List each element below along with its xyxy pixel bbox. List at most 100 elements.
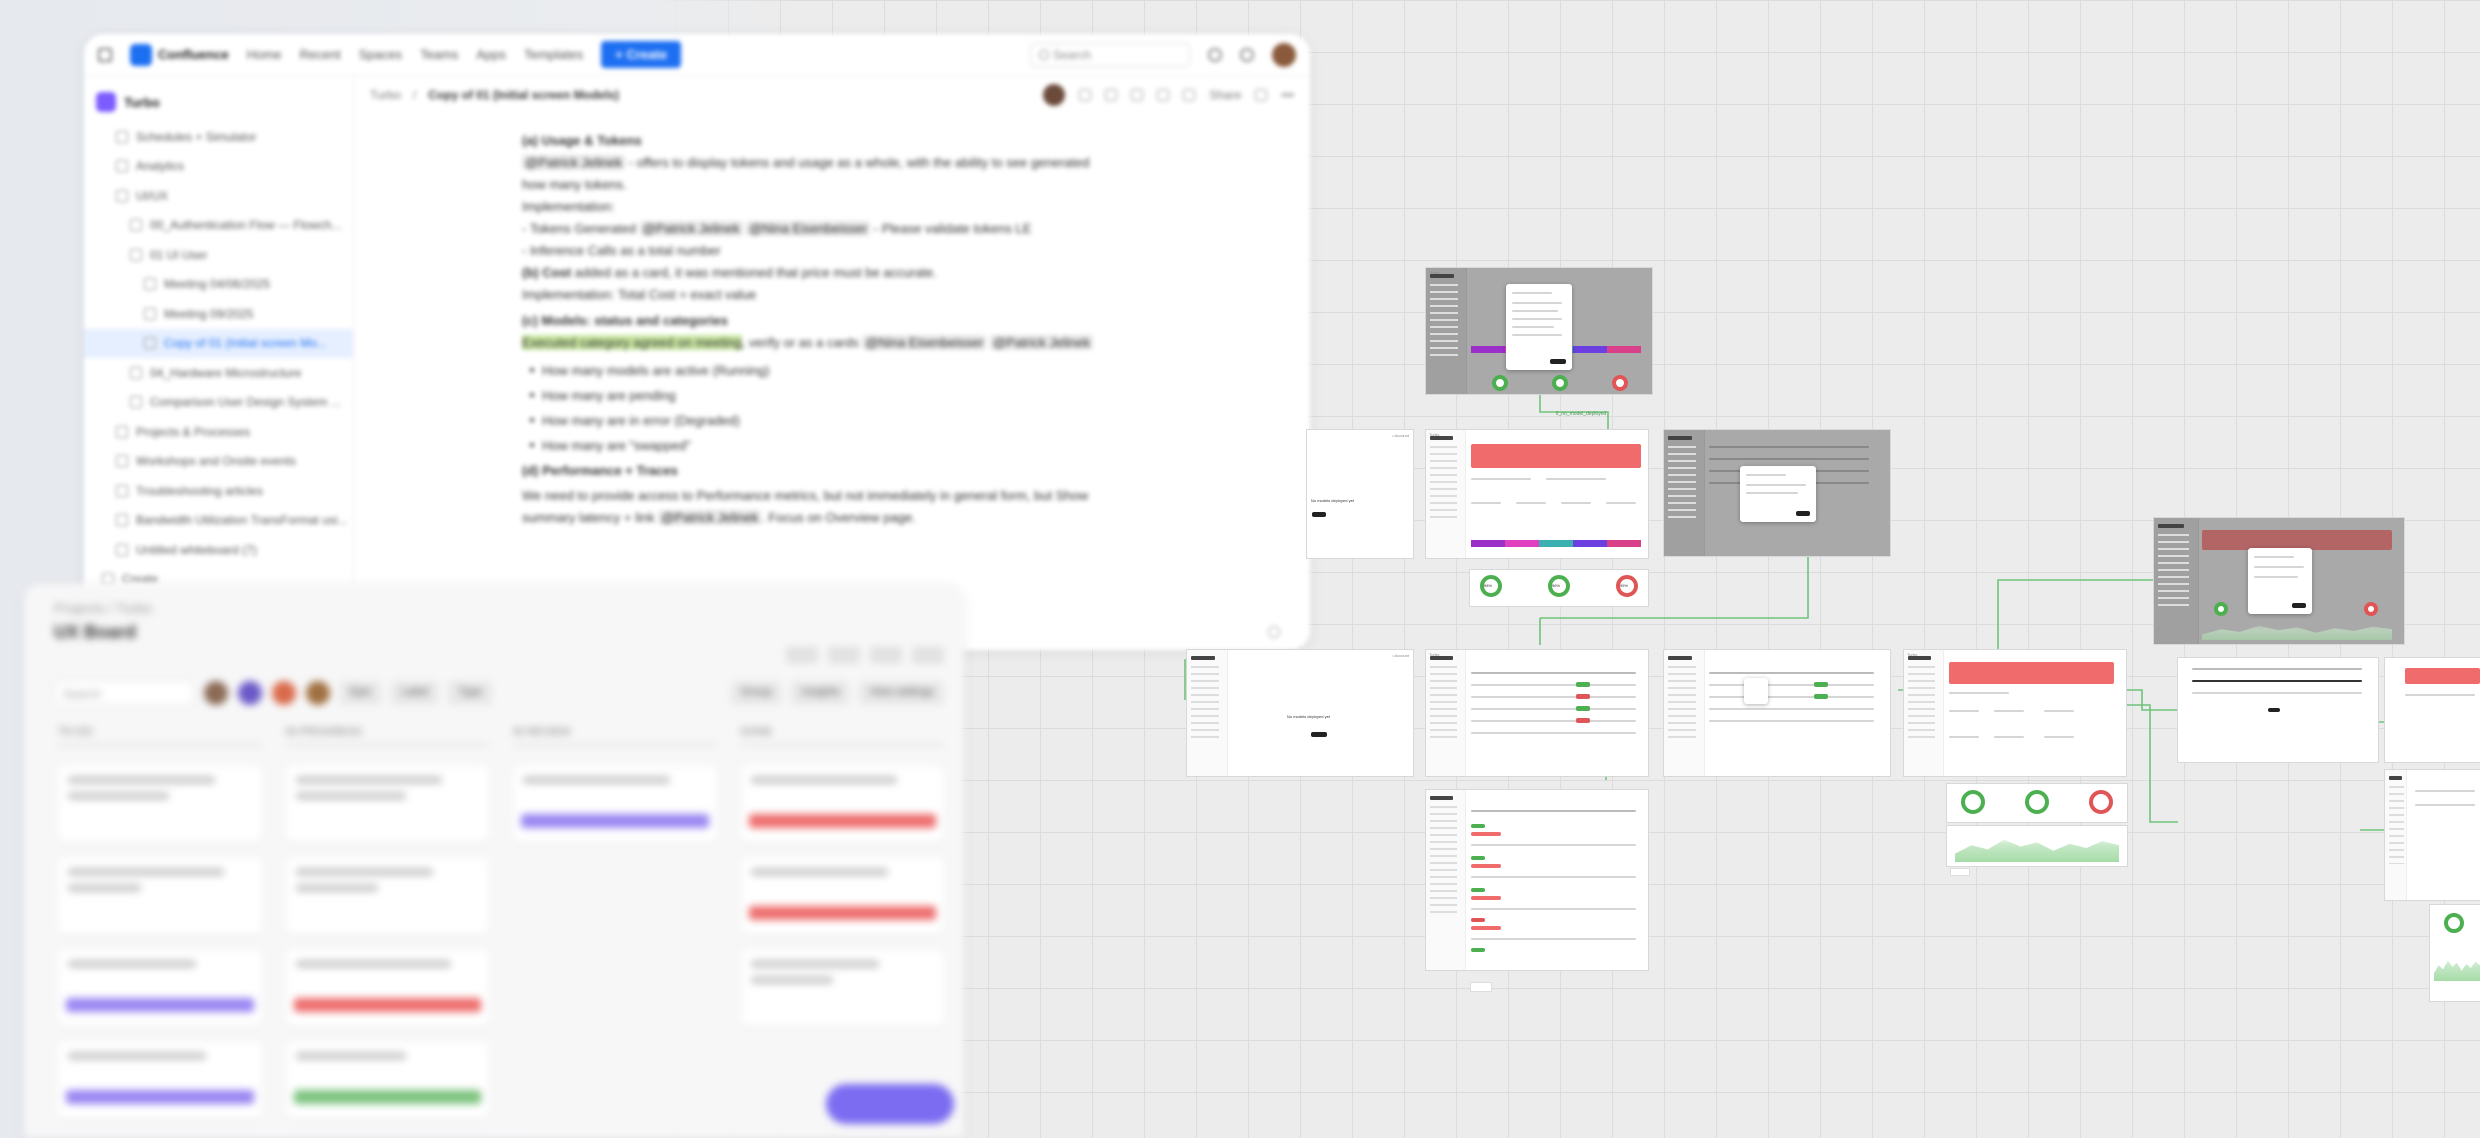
board-search-input[interactable]: Search bbox=[54, 680, 194, 706]
board-tool-button[interactable] bbox=[828, 646, 860, 664]
space-header[interactable]: Turbo bbox=[84, 86, 353, 122]
view-icon[interactable] bbox=[1183, 89, 1196, 101]
confluence-logo[interactable]: Confluence bbox=[130, 43, 229, 66]
sidebar-tree-item[interactable]: Untitled whiteboard (7) bbox=[84, 535, 353, 565]
sticky-note[interactable] bbox=[1950, 868, 1970, 876]
board-tool-button[interactable] bbox=[870, 646, 902, 664]
sidebar-tree-item[interactable]: Comparison User Design System ... bbox=[84, 388, 353, 418]
nav-templates[interactable]: Templates bbox=[524, 47, 583, 62]
page-icon bbox=[130, 366, 142, 379]
wireframe-metric-rings[interactable]: 98% 96% 95% bbox=[1470, 570, 1648, 606]
wireframe-modal-table[interactable] bbox=[1664, 430, 1890, 556]
breadcrumb-space[interactable]: Turbo bbox=[370, 88, 401, 102]
board-tool-button[interactable] bbox=[786, 646, 818, 664]
watch-icon[interactable] bbox=[1131, 89, 1144, 101]
sidebar-tree-item[interactable]: Schedules + Simulator bbox=[84, 122, 353, 152]
wireframe-empty-models[interactable]: • Account No models deployed yet bbox=[1187, 650, 1413, 776]
breadcrumb-page[interactable]: Copy of 01 (Initial screen Models) bbox=[428, 88, 619, 102]
mention[interactable]: @Patrick Jelinek bbox=[658, 510, 762, 525]
view-settings-button[interactable]: View settings bbox=[859, 681, 944, 705]
issue-card[interactable] bbox=[58, 1042, 262, 1118]
sidebar-tree-item[interactable]: 04_Hardware Microstructure bbox=[84, 358, 353, 388]
wireframe-models-table[interactable]: Turbo bbox=[1426, 650, 1648, 776]
assignee-avatar[interactable] bbox=[238, 681, 262, 705]
notifications-icon[interactable] bbox=[1208, 47, 1222, 62]
collaborator-avatar[interactable] bbox=[1043, 84, 1066, 106]
nav-home[interactable]: Home bbox=[247, 47, 282, 62]
sidebar-tree-item[interactable]: Workshops and Onsite events bbox=[84, 447, 353, 477]
create-button[interactable]: + Create bbox=[601, 41, 681, 68]
wireframe-modal-overview[interactable]: Turbo bbox=[1426, 268, 1652, 394]
insights-button[interactable]: Insights bbox=[791, 681, 850, 705]
star-icon[interactable] bbox=[1157, 89, 1170, 101]
mention[interactable]: @Patrick Jelinek bbox=[522, 155, 626, 170]
issue-card[interactable] bbox=[513, 766, 717, 842]
issue-card[interactable] bbox=[58, 766, 262, 842]
mention[interactable]: @Patrick Jelinek bbox=[639, 221, 743, 236]
help-icon[interactable] bbox=[1240, 47, 1254, 62]
board-tool-button[interactable] bbox=[912, 646, 944, 664]
help-icon[interactable] bbox=[1268, 626, 1280, 638]
issue-card[interactable] bbox=[740, 766, 944, 842]
sidebar-tree-item[interactable]: Meeting 04/06/2025 bbox=[84, 270, 353, 300]
sidebar-tree-item[interactable]: Bandwidth Utilization TransFormat usi... bbox=[84, 506, 353, 536]
filter-epic[interactable]: Epic bbox=[340, 681, 382, 705]
mention[interactable]: @Nina Eisenbeisser bbox=[746, 221, 871, 236]
user-avatar[interactable] bbox=[1272, 42, 1296, 67]
wireframe-model-list[interactable] bbox=[1426, 790, 1648, 970]
app-switcher-icon[interactable] bbox=[98, 47, 112, 62]
edit-icon[interactable] bbox=[1079, 89, 1092, 101]
issue-card[interactable] bbox=[285, 766, 489, 842]
assignee-avatar[interactable] bbox=[204, 681, 228, 705]
wireframe-usage-chart[interactable] bbox=[1947, 826, 2127, 866]
mention[interactable]: @Nina Eisenbeisser bbox=[862, 335, 987, 350]
wireframe-models-dropdown[interactable] bbox=[1664, 650, 1890, 776]
sidebar-tree-item[interactable]: 01 UI User bbox=[84, 240, 353, 270]
wireframe-rings-edge[interactable] bbox=[2430, 905, 2480, 1001]
filter-type[interactable]: Type bbox=[448, 681, 493, 705]
issue-card[interactable] bbox=[58, 858, 262, 934]
sidebar-tree-item[interactable]: UI/UX bbox=[84, 181, 353, 211]
search-input[interactable]: Search bbox=[1030, 42, 1190, 67]
nav-spaces[interactable]: Spaces bbox=[359, 47, 402, 62]
mention[interactable]: @Patrick Jelinek bbox=[989, 335, 1093, 350]
sidebar-tree-item[interactable]: Projects & Processes bbox=[84, 417, 353, 447]
wireframe-models-edge[interactable] bbox=[2385, 770, 2480, 900]
sidebar-tree-item[interactable]: Copy of 01 (Initial screen Mo... bbox=[84, 328, 353, 358]
wireframe-model-detail[interactable]: Turbo bbox=[1904, 650, 2126, 776]
wireframe-overview-edge[interactable] bbox=[2385, 658, 2480, 762]
nav-teams[interactable]: Teams bbox=[420, 47, 458, 62]
status-pill bbox=[1576, 694, 1590, 699]
link-icon[interactable] bbox=[1255, 89, 1268, 101]
board-breadcrumb[interactable]: Projects / Turbo bbox=[54, 600, 934, 616]
wireframe-modal-right[interactable] bbox=[2154, 518, 2404, 644]
wireframe-overview-alert[interactable]: Turbo bbox=[1426, 430, 1648, 558]
share-button[interactable]: Share bbox=[1209, 88, 1241, 102]
issue-card[interactable] bbox=[285, 1042, 489, 1118]
issue-card[interactable] bbox=[285, 858, 489, 934]
sidebar-tree-item[interactable]: Troubleshooting articles bbox=[84, 476, 353, 506]
issue-card[interactable] bbox=[740, 950, 944, 1026]
sticky-note[interactable] bbox=[1470, 982, 1492, 992]
issue-card[interactable] bbox=[740, 858, 944, 934]
wireframe-empty-state[interactable]: • Account No models deployed yet bbox=[1307, 430, 1413, 558]
sidebar-tree-item[interactable]: Meeting 09/2025 bbox=[84, 299, 353, 329]
issue-card[interactable] bbox=[58, 950, 262, 1026]
sidebar-tree-item[interactable]: 00_Authentication Flow — Flowch... bbox=[84, 211, 353, 241]
frame-title: Turbo bbox=[1907, 652, 1918, 657]
nav-recent[interactable]: Recent bbox=[299, 47, 340, 62]
sidebar-item-label: UI/UX bbox=[136, 188, 169, 203]
issue-card[interactable] bbox=[285, 950, 489, 1026]
wireframe-settings[interactable] bbox=[2178, 658, 2378, 762]
comment-icon[interactable] bbox=[1105, 89, 1118, 101]
create-issue-button[interactable] bbox=[826, 1084, 954, 1124]
wireframe-metric-rings[interactable] bbox=[1947, 784, 2127, 822]
sidebar-tree-item[interactable]: Analytics bbox=[84, 152, 353, 182]
metric-ring bbox=[2025, 790, 2049, 814]
assignee-avatar[interactable] bbox=[272, 681, 296, 705]
nav-apps[interactable]: Apps bbox=[476, 47, 506, 62]
filter-label[interactable]: Label bbox=[391, 681, 439, 705]
group-button[interactable]: Group bbox=[730, 681, 782, 705]
assignee-avatar[interactable] bbox=[306, 681, 330, 705]
more-actions-icon[interactable]: ••• bbox=[1281, 88, 1294, 102]
